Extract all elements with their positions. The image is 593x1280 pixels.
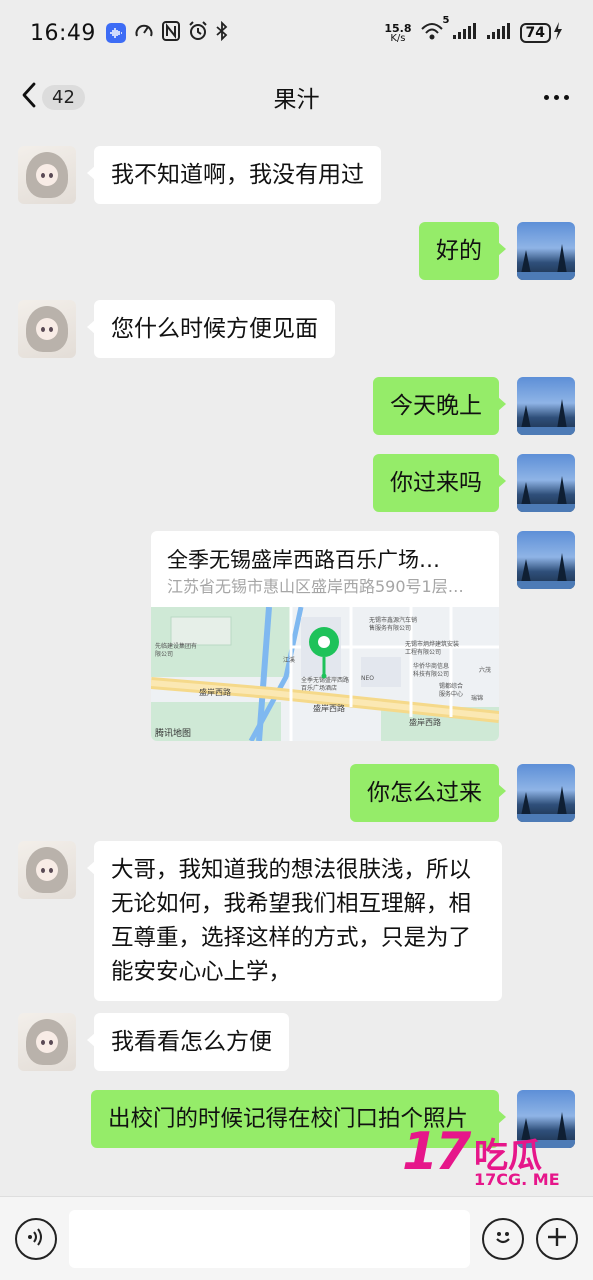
watermark-site: 17CG. ME [474,1170,560,1189]
location-map: 盛岸西路 盛岸西路 盛岸西路 腾讯地图 先临建设集团有限公司 无锡市鑫源汽车销售… [151,607,499,741]
my-avatar[interactable] [517,222,575,280]
map-road-label: 盛岸西路 [409,718,441,727]
map-poi-label: 瑞锦 [471,695,484,702]
network-speed-unit: K/s [390,32,406,44]
signal-icon [452,22,478,44]
contact-avatar[interactable] [18,300,76,358]
message-bubble[interactable]: 您什么时候方便见面 [87,300,335,358]
message-bubble[interactable]: 今天晚上 [373,377,506,435]
map-poi-label: NEO [361,675,375,682]
location-info: 全季无锡盛岸西路百乐广场… 江苏省无锡市惠山区盛岸西路590号1层… [151,531,499,607]
my-avatar[interactable] [517,764,575,822]
message-bubble[interactable]: 我不知道啊，我没有用过 [87,146,381,204]
message-bubble[interactable]: 大哥，我知道我的想法很肤浅，所以无论如何，我希望我们相互理解，相互尊重，选择这样… [87,841,502,1001]
message-row-outgoing: 你过来吗 [373,454,575,512]
status-bar: 16:49 15.8 K/s 5 74 [0,0,593,66]
more-icon [544,94,569,100]
chevron-left-icon [20,81,38,113]
voice-app-icon [105,23,126,43]
voice-icon [25,1226,47,1252]
more-button[interactable] [540,89,573,106]
map-poi-label: 华侨华商信息科技有限公司 [413,663,450,678]
my-avatar[interactable] [517,454,575,512]
watermark-number: 17 [402,1122,471,1182]
emoji-button[interactable] [482,1217,524,1260]
wifi-badge: 5 [442,15,450,26]
map-poi-label: 锡都综合服务中心 [439,683,464,698]
message-bubble[interactable]: 你过来吗 [373,454,506,512]
bluetooth-icon [216,20,228,45]
message-bubble[interactable]: 你怎么过来 [350,764,506,822]
nfc-icon [161,21,180,45]
network-speed: 15.8 K/s [384,23,411,44]
location-pin-icon [307,625,341,683]
map-road-label: 盛岸西路 [199,688,231,697]
message-row-incoming: 您什么时候方便见面 [18,300,335,358]
status-left-icons [105,20,228,45]
contact-avatar[interactable] [18,146,76,204]
message-row-incoming: 大哥，我知道我的想法很肤浅，所以无论如何，我希望我们相互理解，相互尊重，选择这样… [18,841,502,1001]
watermark: 17 吃瓜 17CG. ME [402,1122,582,1194]
message-row-incoming: 我不知道啊，我没有用过 [18,146,381,204]
message-row-outgoing: 全季无锡盛岸西路百乐广场… 江苏省无锡市惠山区盛岸西路590号1层… 盛岸西路 … [151,531,575,741]
map-road-label: 盛岸西路 [313,704,345,713]
plus-icon [545,1225,569,1253]
message-row-incoming: 我看看怎么方便 [18,1013,289,1071]
my-avatar[interactable] [517,377,575,435]
contact-avatar[interactable] [18,841,76,899]
input-bar [0,1196,593,1280]
my-avatar[interactable] [517,531,575,589]
wifi-icon: 5 [420,15,450,45]
contact-avatar[interactable] [18,1013,76,1071]
chat-title: 果汁 [273,87,320,113]
signal-icon [486,22,512,44]
alarm-icon [188,21,208,45]
message-row-outgoing: 你怎么过来 [350,764,575,822]
plus-button[interactable] [536,1217,578,1260]
map-poi-label: 无锡市鑫源汽车销售服务有限公司 [369,617,418,632]
battery-level: 74 [519,23,551,43]
map-poi-label: 六茂 [479,667,492,674]
location-card[interactable]: 全季无锡盛岸西路百乐广场… 江苏省无锡市惠山区盛岸西路590号1层… 盛岸西路 … [151,531,499,741]
message-bubble[interactable]: 好的 [419,222,506,280]
location-address: 江苏省无锡市惠山区盛岸西路590号1层… [167,577,464,596]
map-poi-label: 先临建设集团有限公司 [155,643,198,658]
speedometer-icon [134,21,154,45]
map-credit: 腾讯地图 [155,729,192,739]
message-bubble[interactable]: 我看看怎么方便 [87,1013,289,1071]
emoji-icon [490,1224,516,1254]
voice-button[interactable] [15,1217,57,1260]
status-right-icons: 15.8 K/s 5 74 [384,15,563,45]
message-input[interactable] [69,1209,470,1268]
back-button[interactable]: 42 [20,81,85,113]
network-speed-value: 15.8 [384,21,412,35]
map-poi-label: 江溪 [283,657,296,664]
map-poi-label: 无锡市炳烨建筑安装工程有限公司 [405,641,460,656]
unread-count-badge: 42 [42,84,85,110]
charging-icon [553,22,563,44]
clock: 16:49 [30,20,96,46]
chat-header: 42 果汁 [0,66,593,128]
message-row-outgoing: 今天晚上 [373,377,575,435]
battery-indicator: 74 [519,22,563,44]
message-row-outgoing: 好的 [419,222,575,280]
location-title: 全季无锡盛岸西路百乐广场… [167,548,440,572]
